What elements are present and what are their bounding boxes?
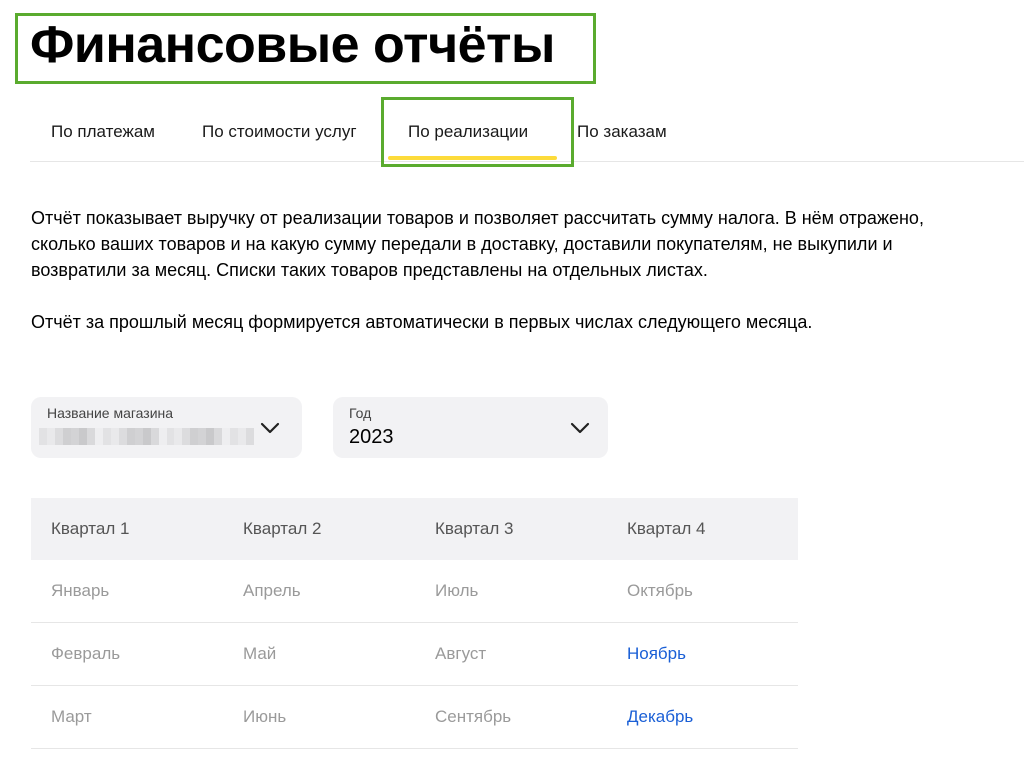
month-cell: Февраль: [51, 644, 121, 663]
description-paragraph: Отчёт показывает выручку от реализации т…: [31, 208, 924, 280]
blur-pixel: [54, 428, 63, 445]
blur-pixel: [102, 428, 111, 445]
blur-pixel: [174, 428, 183, 445]
blur-pixel: [134, 428, 143, 445]
blur-pixel: [214, 428, 223, 445]
blur-pixel: [70, 428, 79, 445]
blur-pixel: [166, 428, 175, 445]
blur-pixel: [126, 428, 135, 445]
month-cell: Май: [243, 644, 277, 663]
month-cell: Август: [435, 644, 487, 663]
blur-pixel: [246, 428, 255, 445]
blur-pixel: [110, 428, 119, 445]
blur-pixel: [86, 428, 95, 445]
table-header-cell: Квартал 3: [435, 519, 514, 538]
blur-pixel: [206, 428, 215, 445]
chevron-down-icon: [570, 422, 590, 434]
table-header-cell: Квартал 1: [51, 519, 130, 538]
tab-service-cost[interactable]: По стоимости услуг: [202, 100, 357, 161]
tab-orders[interactable]: По заказам: [577, 100, 667, 161]
page-title: Финансовые отчёты: [30, 16, 555, 74]
year-select-value: 2023: [349, 426, 394, 448]
blur-pixel: [230, 428, 239, 445]
blur-pixel: [78, 428, 87, 445]
table-header-cell: Квартал 2: [243, 519, 322, 538]
blur-pixel: [158, 428, 167, 445]
blur-pixel: [222, 428, 231, 445]
tab-payments[interactable]: По платежам: [51, 100, 155, 161]
month-cell: Январь: [51, 581, 110, 600]
blur-pixel: [198, 428, 207, 445]
description-paragraph: Отчёт за прошлый месяц формируется автом…: [31, 312, 813, 332]
month-cell: Март: [51, 707, 92, 726]
store-select[interactable]: Название магазина: [31, 397, 302, 458]
month-cell: Октябрь: [627, 581, 693, 600]
month-report-link[interactable]: Декабрь: [627, 686, 693, 748]
blur-pixel: [182, 428, 191, 445]
blur-pixel: [39, 428, 47, 445]
blur-pixel: [238, 428, 247, 445]
table-row: Февраль Май Август Ноябрь: [31, 623, 798, 686]
year-select[interactable]: Год 2023: [333, 397, 608, 458]
chevron-down-icon: [260, 422, 280, 434]
blur-pixel: [190, 428, 199, 445]
table-row: Январь Апрель Июль Октябрь: [31, 560, 798, 623]
blur-pixel: [94, 428, 103, 445]
blur-pixel: [150, 428, 159, 445]
month-cell: Июль: [435, 581, 479, 600]
year-select-label: Год: [349, 405, 372, 421]
months-table: Квартал 1 Квартал 2 Квартал 3 Квартал 4 …: [31, 498, 798, 749]
store-name-blurred: [39, 428, 255, 445]
report-description: Отчёт показывает выручку от реализации т…: [31, 205, 931, 335]
active-tab-highlight-box: [381, 97, 574, 167]
table-header-cell: Квартал 4: [627, 519, 706, 538]
month-cell: Сентябрь: [435, 707, 512, 726]
table-row: Март Июнь Сентябрь Декабрь: [31, 686, 798, 749]
month-report-link[interactable]: Ноябрь: [627, 623, 686, 685]
blur-pixel: [118, 428, 127, 445]
blur-pixel: [46, 428, 55, 445]
blur-pixel: [142, 428, 151, 445]
financial-reports-page: Финансовые отчёты По платежам По стоимос…: [0, 0, 1024, 776]
month-cell: Июнь: [243, 707, 287, 726]
blur-pixel: [62, 428, 71, 445]
store-select-label: Название магазина: [47, 405, 174, 421]
month-cell: Апрель: [243, 581, 301, 600]
table-header: Квартал 1 Квартал 2 Квартал 3 Квартал 4: [31, 498, 798, 560]
